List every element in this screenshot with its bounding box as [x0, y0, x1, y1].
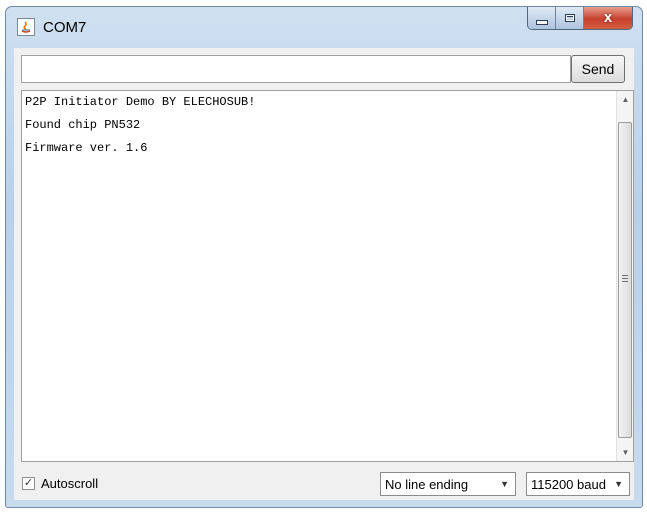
autoscroll-checkbox[interactable]: ✓: [22, 477, 35, 490]
vertical-scrollbar[interactable]: ▲ ▼: [616, 91, 633, 461]
send-input[interactable]: [21, 55, 571, 83]
autoscroll-toggle[interactable]: ✓ Autoscroll: [22, 476, 98, 491]
send-button[interactable]: Send: [571, 55, 625, 83]
serial-monitor-window: COM7 x Send P2P Initiator Demo BY ELECHO…: [5, 6, 643, 508]
checkmark-icon: ✓: [23, 477, 34, 489]
line-ending-value: No line ending: [385, 476, 469, 492]
chevron-down-icon: ▼: [614, 479, 623, 489]
title-bar[interactable]: COM7 x: [6, 7, 642, 45]
caption-buttons: x: [527, 7, 633, 30]
scroll-down-icon[interactable]: ▼: [617, 444, 633, 461]
baud-rate-select[interactable]: 115200 baud ▼: [526, 472, 630, 496]
maximize-icon: [564, 14, 575, 22]
autoscroll-label: Autoscroll: [41, 476, 99, 491]
output-line: P2P Initiator Demo BY ELECHOSUB!: [25, 95, 256, 109]
maximize-button[interactable]: [556, 7, 584, 29]
minimize-button[interactable]: [528, 7, 556, 29]
chevron-down-icon: ▼: [500, 479, 509, 489]
line-ending-select[interactable]: No line ending ▼: [380, 472, 516, 496]
output-line: Found chip PN532: [25, 118, 141, 132]
baud-rate-value: 115200 baud: [531, 476, 606, 492]
output-line: Firmware ver. 1.6: [25, 141, 148, 155]
window-title: COM7: [43, 19, 87, 36]
client-area: Send P2P Initiator Demo BY ELECHOSUB! Fo…: [14, 48, 634, 500]
bottom-bar: ✓ Autoscroll No line ending ▼ 115200 bau…: [14, 462, 634, 500]
serial-output[interactable]: P2P Initiator Demo BY ELECHOSUB! Found c…: [21, 90, 634, 462]
close-button[interactable]: x: [584, 7, 632, 29]
scroll-up-icon[interactable]: ▲: [617, 91, 633, 108]
grip-icon: [622, 275, 628, 282]
java-icon[interactable]: [17, 18, 35, 36]
minimize-icon: [535, 19, 548, 25]
scroll-thumb[interactable]: [618, 122, 632, 438]
close-icon: x: [603, 9, 613, 26]
